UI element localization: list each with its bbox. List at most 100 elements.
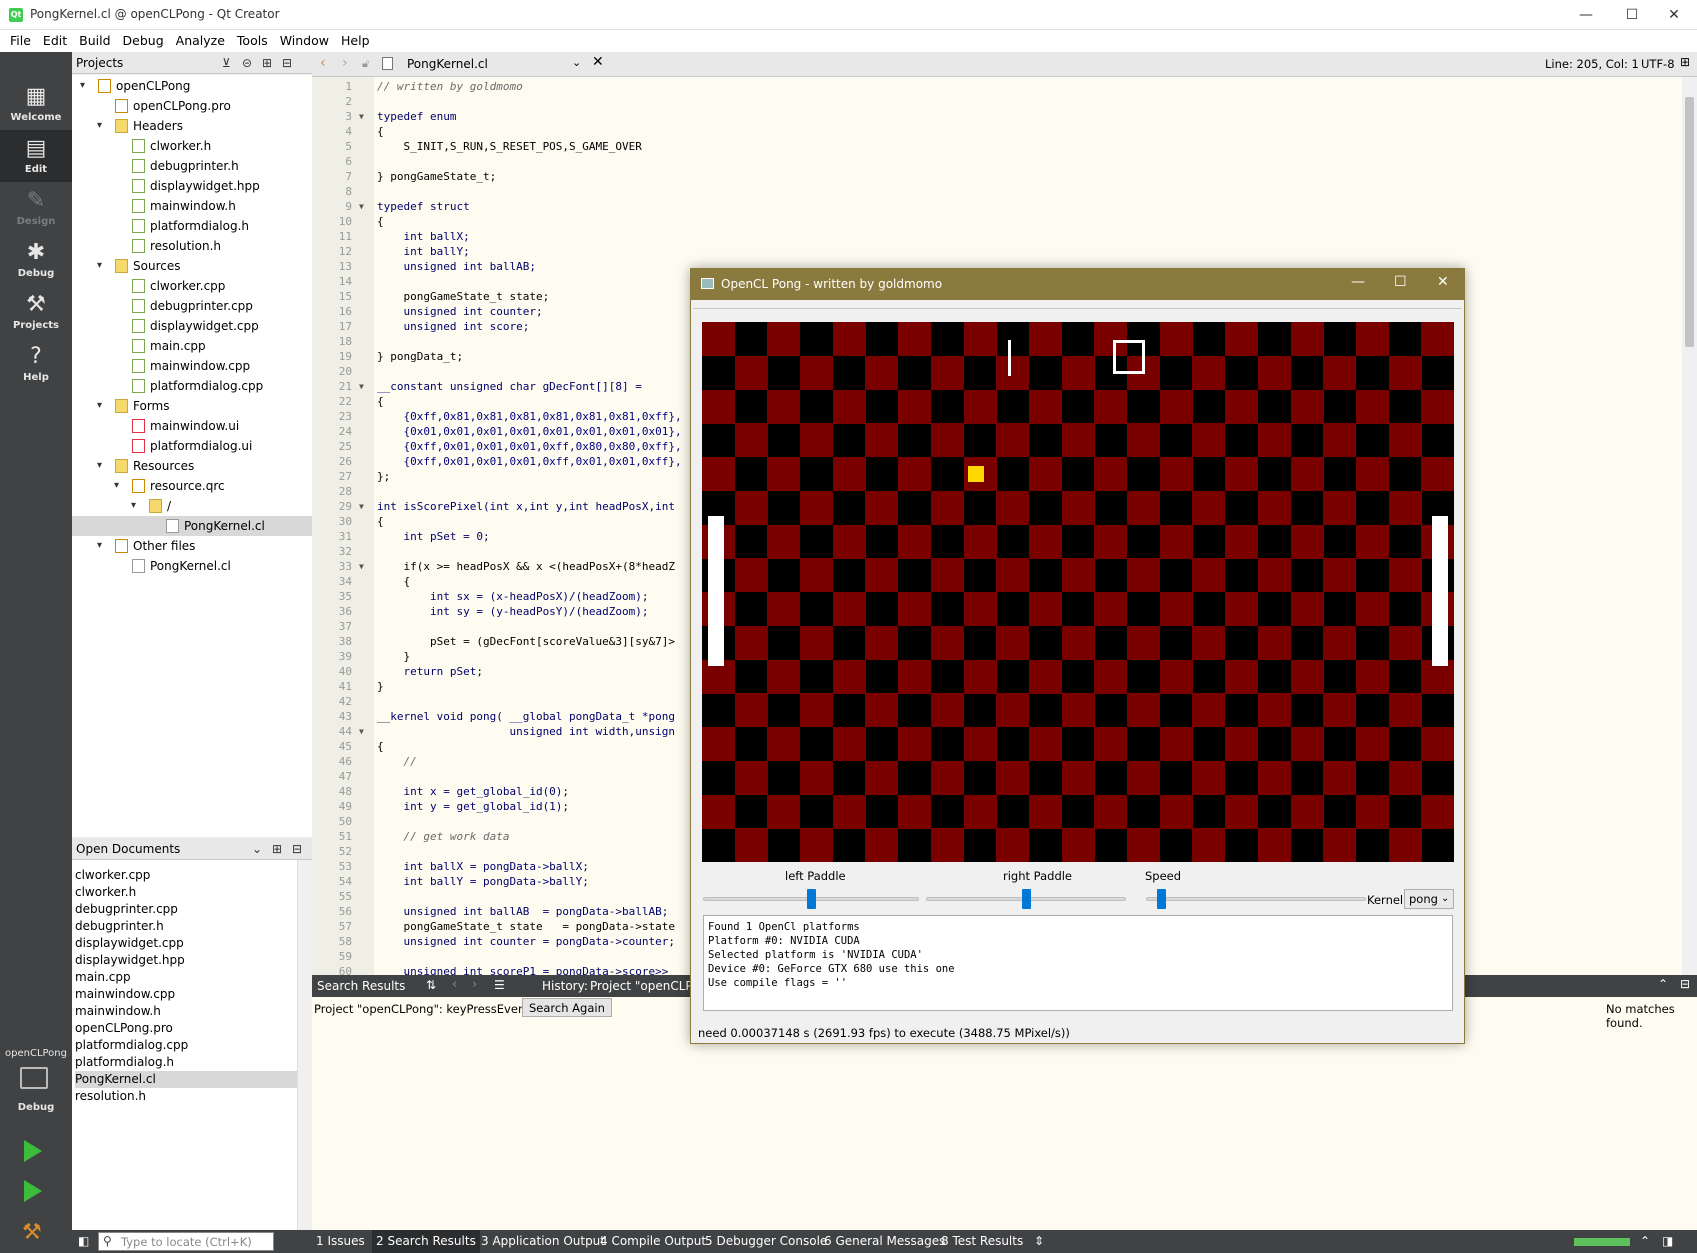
- encoding-label[interactable]: UTF-8: [1641, 57, 1675, 71]
- expand-arrow-icon[interactable]: ▾: [131, 496, 136, 516]
- expand-arrow-icon[interactable]: ▾: [97, 256, 102, 276]
- cursor-position[interactable]: Line: 205, Col: 1: [1545, 57, 1639, 71]
- tab-compile-output[interactable]: 4 Compile Output: [600, 1230, 706, 1253]
- tab-debugger-console[interactable]: 5 Debugger Console: [705, 1230, 827, 1253]
- open-document-item[interactable]: platformdialog.cpp: [75, 1037, 297, 1054]
- tree-item[interactable]: debugprinter.h: [72, 156, 312, 176]
- tree-item[interactable]: ▾ Resources: [72, 456, 312, 476]
- scrollbar-thumb[interactable]: [1685, 97, 1694, 347]
- expand-arrow-icon[interactable]: ▾: [80, 76, 85, 96]
- chevron-up-icon[interactable]: ⌃: [1640, 1230, 1650, 1253]
- tab-search-results[interactable]: 2 Search Results: [372, 1230, 480, 1253]
- left-paddle-slider[interactable]: [807, 889, 816, 909]
- tree-item[interactable]: displaywidget.cpp: [72, 316, 312, 336]
- menu-analyze[interactable]: Analyze: [170, 30, 231, 52]
- locator-input[interactable]: ⚲ Type to locate (Ctrl+K): [98, 1232, 274, 1251]
- tree-item[interactable]: ▾ Sources: [72, 256, 312, 276]
- open-document-item[interactable]: debugprinter.cpp: [75, 901, 297, 918]
- menu-edit[interactable]: Edit: [37, 30, 73, 52]
- expand-arrow-icon[interactable]: ▾: [97, 456, 102, 476]
- open-document-item[interactable]: openCLPong.pro: [75, 1020, 297, 1037]
- tree-item[interactable]: openCLPong.pro: [72, 96, 312, 116]
- menu-tools[interactable]: Tools: [231, 30, 274, 52]
- expand-icon[interactable]: ⇅: [426, 978, 436, 992]
- close-document-icon[interactable]: ✕: [592, 54, 604, 70]
- right-paddle-slider[interactable]: [1022, 889, 1031, 909]
- tree-item[interactable]: ▾ Other files: [72, 536, 312, 556]
- fold-marker-icon[interactable]: ▼: [359, 502, 364, 511]
- open-document-item[interactable]: mainwindow.h: [75, 1003, 297, 1020]
- open-document-item[interactable]: clworker.h: [75, 884, 297, 901]
- editor-file-tab[interactable]: PongKernel.cl: [407, 57, 488, 71]
- forward-arrow-icon[interactable]: ›: [342, 55, 348, 71]
- tree-item[interactable]: PongKernel.cl: [72, 556, 312, 576]
- fold-marker-icon[interactable]: ▼: [359, 562, 364, 571]
- menu-build[interactable]: Build: [73, 30, 116, 52]
- mode-help[interactable]: ? Help: [0, 338, 72, 390]
- chevron-down-icon[interactable]: ⌄: [252, 838, 262, 860]
- debug-run-icon[interactable]: [24, 1180, 42, 1202]
- tab-test-results[interactable]: 8 Test Results: [941, 1230, 1023, 1253]
- back-arrow-icon[interactable]: ‹: [320, 55, 326, 71]
- close-pane-icon[interactable]: ⊟: [292, 838, 302, 860]
- open-document-item[interactable]: main.cpp: [75, 969, 297, 986]
- tree-item[interactable]: platformdialog.cpp: [72, 376, 312, 396]
- expand-arrow-icon[interactable]: ▾: [97, 396, 102, 416]
- tree-item[interactable]: debugprinter.cpp: [72, 296, 312, 316]
- next-result-icon[interactable]: ›: [472, 977, 477, 992]
- more-tabs-icon[interactable]: ⇕: [1034, 1230, 1044, 1253]
- open-document-item[interactable]: PongKernel.cl: [75, 1071, 297, 1088]
- tree-item[interactable]: main.cpp: [72, 336, 312, 356]
- mode-projects[interactable]: ⚒ Projects: [0, 286, 72, 338]
- fold-marker-icon[interactable]: ▼: [359, 727, 364, 736]
- split-icon[interactable]: ⊞: [262, 52, 272, 74]
- tab-issues[interactable]: 1 Issues: [316, 1230, 365, 1253]
- link-icon[interactable]: ⊝: [242, 52, 252, 74]
- menu-window[interactable]: Window: [274, 30, 335, 52]
- tree-item[interactable]: ▾ /: [72, 496, 312, 516]
- fold-marker-icon[interactable]: ▼: [359, 382, 364, 391]
- tree-item[interactable]: platformdialog.ui: [72, 436, 312, 456]
- mode-welcome[interactable]: ▦ Welcome: [0, 78, 72, 130]
- minimize-button[interactable]: —: [1563, 0, 1609, 30]
- speed-track[interactable]: [1146, 897, 1366, 901]
- tree-item[interactable]: platformdialog.h: [72, 216, 312, 236]
- mode-debug[interactable]: ✱ Debug: [0, 234, 72, 286]
- close-button[interactable]: ✕: [1651, 0, 1697, 30]
- tree-item[interactable]: ▾ openCLPong: [72, 76, 312, 96]
- tree-item[interactable]: clworker.h: [72, 136, 312, 156]
- split-icon[interactable]: ⊞: [1680, 55, 1690, 69]
- open-documents-scrollbar[interactable]: [297, 860, 312, 1230]
- tree-item[interactable]: mainwindow.cpp: [72, 356, 312, 376]
- open-document-item[interactable]: resolution.h: [75, 1088, 297, 1105]
- open-document-item[interactable]: clworker.cpp: [75, 867, 297, 884]
- expand-arrow-icon[interactable]: ▾: [114, 476, 119, 496]
- tab-general-messages[interactable]: 6 General Messages: [824, 1230, 945, 1253]
- pong-console-output[interactable]: Found 1 OpenCl platforms Platform #0: NVI…: [703, 915, 1453, 1011]
- monitor-icon[interactable]: [20, 1067, 48, 1089]
- tree-item[interactable]: PongKernel.cl: [72, 516, 312, 536]
- pong-minimize-button[interactable]: —: [1351, 274, 1365, 290]
- tree-item[interactable]: displaywidget.hpp: [72, 176, 312, 196]
- menu-debug[interactable]: Debug: [117, 30, 170, 52]
- pong-game-board[interactable]: [702, 322, 1454, 862]
- tree-item[interactable]: resolution.h: [72, 236, 312, 256]
- maximize-pane-icon[interactable]: ⌃: [1658, 977, 1668, 991]
- close-pane-icon[interactable]: ⊟: [1680, 977, 1690, 991]
- expand-arrow-icon[interactable]: ▾: [97, 116, 102, 136]
- pong-maximize-button[interactable]: ☐: [1394, 274, 1407, 290]
- search-again-button[interactable]: Search Again: [522, 998, 612, 1017]
- menu-file[interactable]: File: [0, 30, 37, 52]
- mode-edit[interactable]: ▤ Edit: [0, 130, 72, 182]
- fold-marker-icon[interactable]: ▼: [359, 202, 364, 211]
- tree-item[interactable]: ▾ Forms: [72, 396, 312, 416]
- tree-item[interactable]: clworker.cpp: [72, 276, 312, 296]
- open-document-item[interactable]: platformdialog.h: [75, 1054, 297, 1071]
- split-icon[interactable]: ⊞: [272, 838, 282, 860]
- open-document-item[interactable]: displaywidget.hpp: [75, 952, 297, 969]
- tree-item[interactable]: mainwindow.h: [72, 196, 312, 216]
- tree-item[interactable]: mainwindow.ui: [72, 416, 312, 436]
- open-document-item[interactable]: mainwindow.cpp: [75, 986, 297, 1003]
- fold-marker-icon[interactable]: ▼: [359, 112, 364, 121]
- open-document-item[interactable]: displaywidget.cpp: [75, 935, 297, 952]
